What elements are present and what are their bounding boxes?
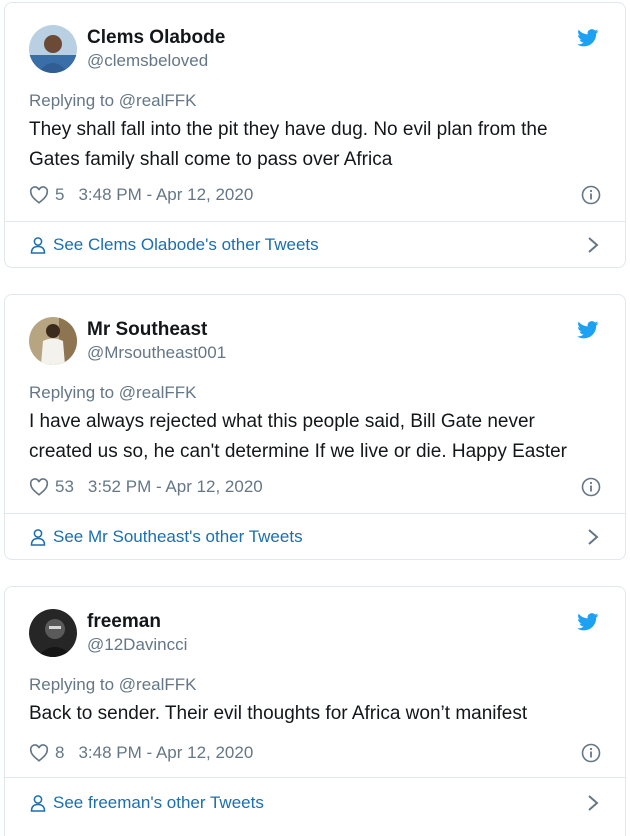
see-other-tweets-link[interactable]: See Clems Olabode's other Tweets (29, 235, 319, 255)
heart-icon[interactable] (29, 186, 49, 204)
tweet-meta: 5 3:48 PM - Apr 12, 2020 (29, 185, 253, 205)
user-handle[interactable]: @12Davincci (87, 635, 187, 655)
twitter-bird-icon[interactable] (577, 321, 599, 339)
chevron-right-icon[interactable] (587, 795, 599, 811)
tweet-text: They shall fall into the pit they have d… (29, 115, 609, 175)
display-name[interactable]: Clems Olabode (87, 27, 225, 49)
twitter-bird-icon[interactable] (577, 613, 599, 631)
replying-to: Replying to @realFFK (29, 383, 197, 403)
person-icon (30, 529, 46, 546)
timestamp[interactable]: 3:52 PM - Apr 12, 2020 (88, 477, 263, 497)
display-name[interactable]: freeman (87, 611, 161, 633)
tweet-text: Back to sender. Their evil thoughts for … (29, 699, 609, 729)
replying-to: Replying to @realFFK (29, 675, 197, 695)
user-handle[interactable]: @clemsbeloved (87, 51, 208, 71)
avatar[interactable] (29, 609, 77, 657)
divider (5, 777, 625, 778)
like-count[interactable]: 53 (55, 477, 74, 497)
chevron-right-icon[interactable] (587, 237, 599, 253)
info-icon[interactable] (581, 477, 601, 497)
like-count[interactable]: 5 (55, 185, 64, 205)
see-other-tweets-label[interactable]: See Mr Southeast's other Tweets (53, 527, 303, 547)
like-count[interactable]: 8 (55, 743, 64, 763)
person-icon (30, 237, 46, 254)
tweet-card: freeman @12Davincci Replying to @realFFK… (4, 586, 626, 836)
tweet-card: Mr Southeast @Mrsoutheast001 Replying to… (4, 294, 626, 560)
replying-to-label: Replying to (29, 383, 115, 402)
tweet-text-line: Back to sender. Their evil thoughts for … (29, 703, 528, 724)
see-other-tweets-link[interactable]: See Mr Southeast's other Tweets (29, 527, 303, 547)
replying-to-handle[interactable]: @realFFK (119, 675, 197, 694)
tweet-text-line: Gates family shall come to pass over Afr… (29, 149, 393, 170)
tweet-text: I have always rejected what this people … (29, 407, 609, 467)
timestamp[interactable]: 3:48 PM - Apr 12, 2020 (78, 743, 253, 763)
tweet-text-line: I have always rejected what this people … (29, 411, 535, 432)
divider (5, 513, 625, 514)
tweet-meta: 53 3:52 PM - Apr 12, 2020 (29, 477, 263, 497)
tweet-text-line: They shall fall into the pit they have d… (29, 119, 548, 140)
info-icon[interactable] (581, 185, 601, 205)
see-other-tweets-label[interactable]: See freeman's other Tweets (53, 793, 264, 813)
heart-icon[interactable] (29, 478, 49, 496)
replying-to-label: Replying to (29, 91, 115, 110)
replying-to-label: Replying to (29, 675, 115, 694)
replying-to-handle[interactable]: @realFFK (119, 91, 197, 110)
avatar[interactable] (29, 25, 77, 73)
timestamp[interactable]: 3:48 PM - Apr 12, 2020 (78, 185, 253, 205)
info-icon[interactable] (581, 743, 601, 763)
divider (5, 221, 625, 222)
user-handle[interactable]: @Mrsoutheast001 (87, 343, 226, 363)
see-other-tweets-label[interactable]: See Clems Olabode's other Tweets (53, 235, 319, 255)
tweet-text-line: created us so, he can't determine If we … (29, 441, 568, 462)
replying-to-handle[interactable]: @realFFK (119, 383, 197, 402)
person-icon (30, 795, 46, 812)
see-other-tweets-link[interactable]: See freeman's other Tweets (29, 793, 264, 813)
heart-icon[interactable] (29, 744, 49, 762)
replying-to: Replying to @realFFK (29, 91, 197, 111)
tweet-card: Clems Olabode @clemsbeloved Replying to … (4, 2, 626, 268)
twitter-bird-icon[interactable] (577, 29, 599, 47)
display-name[interactable]: Mr Southeast (87, 319, 207, 341)
chevron-right-icon[interactable] (587, 529, 599, 545)
tweet-meta: 8 3:48 PM - Apr 12, 2020 (29, 743, 253, 763)
avatar[interactable] (29, 317, 77, 365)
